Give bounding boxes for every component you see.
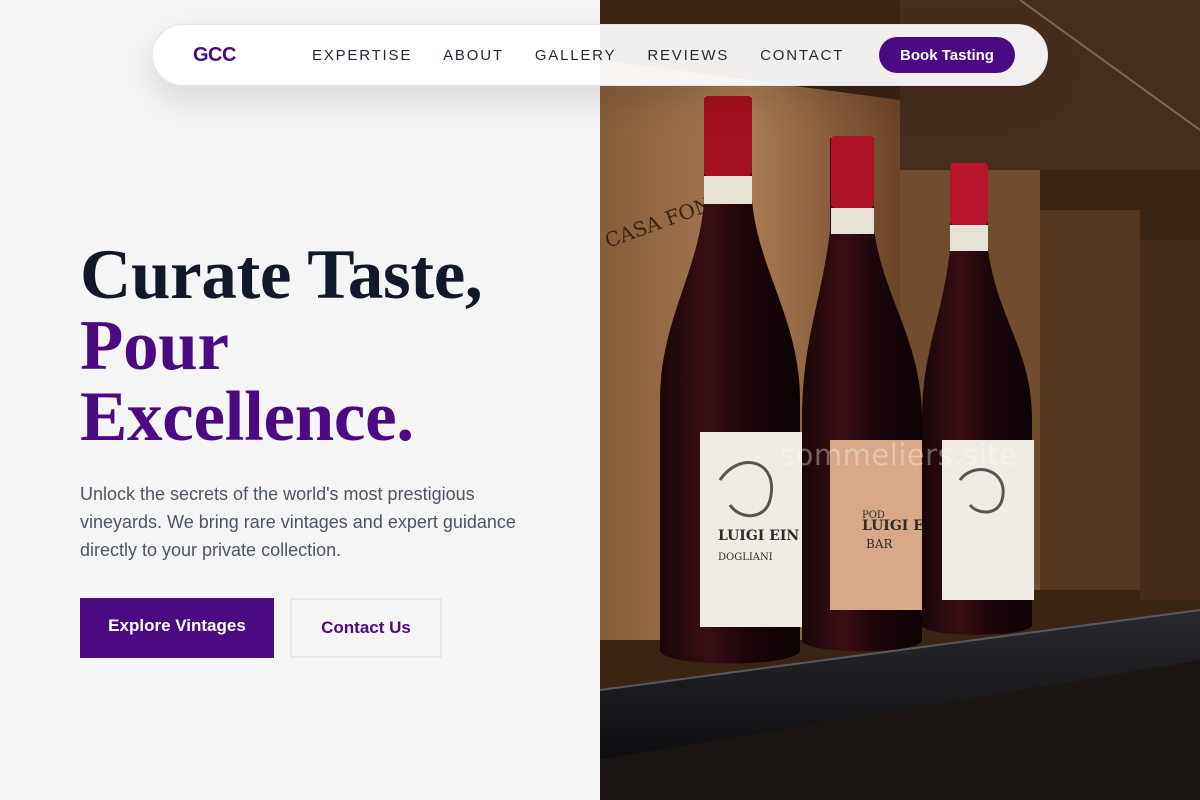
nav-link-expertise[interactable]: EXPERTISE bbox=[312, 47, 412, 64]
watermark: sommeliers.site bbox=[780, 438, 1018, 472]
logo[interactable]: GCC bbox=[193, 44, 236, 67]
hero-title: Curate Taste, Pour Excellence. bbox=[80, 240, 580, 453]
bottle-label-brand: LUIGI EIN bbox=[718, 528, 799, 544]
nav-link-reviews[interactable]: REVIEWS bbox=[647, 47, 729, 64]
nav-link-contact[interactable]: CONTACT bbox=[760, 47, 844, 64]
explore-vintages-button[interactable]: Explore Vintages bbox=[80, 598, 274, 658]
hero-buttons: Explore Vintages Contact Us bbox=[80, 598, 580, 658]
hero-subtitle: Unlock the secrets of the world's most p… bbox=[80, 484, 516, 560]
nav-link-gallery[interactable]: GALLERY bbox=[535, 47, 617, 64]
nav-links: EXPERTISE ABOUT GALLERY REVIEWS CONTACT bbox=[312, 47, 875, 64]
contact-us-button[interactable]: Contact Us bbox=[290, 598, 442, 658]
nav-link-about[interactable]: ABOUT bbox=[443, 47, 504, 64]
bottle-label-mid: BAR bbox=[866, 537, 893, 551]
hero-image: CASA FON LUIGI EIN DOGLIANI POD LUIGI EI… bbox=[600, 0, 1200, 800]
hero-title-line-1: Curate Taste, bbox=[80, 236, 483, 314]
wine-bottles-illustration: CASA FON LUIGI EIN DOGLIANI POD LUIGI EI… bbox=[600, 0, 1200, 800]
hero-title-line-2: Pour bbox=[80, 307, 229, 385]
bottle-label-sub: DOGLIANI bbox=[718, 552, 773, 563]
hero-section: Curate Taste, Pour Excellence. Unlock th… bbox=[80, 240, 580, 658]
book-tasting-button[interactable]: Book Tasting bbox=[879, 37, 1015, 73]
top-navbar: GCC EXPERTISE ABOUT GALLERY REVIEWS CONT… bbox=[152, 24, 1048, 86]
hero-title-line-3: Excellence. bbox=[80, 378, 414, 456]
